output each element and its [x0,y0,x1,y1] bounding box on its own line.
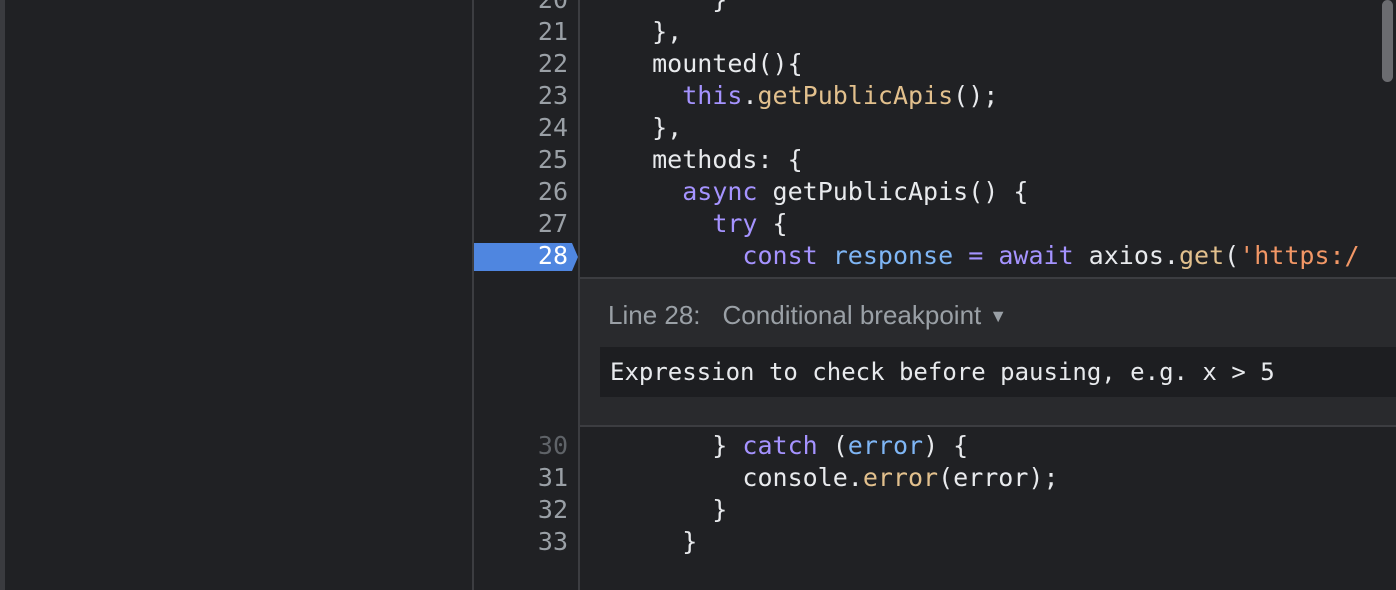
code-text: } [622,0,727,16]
code-text: console.error(error); [622,462,1059,494]
line-number[interactable]: 32 [474,494,568,526]
breakpoint-editor: Line 28: Conditional breakpoint ▼ [580,277,1396,427]
code-token: try [712,209,758,238]
breakpoint-type-dropdown[interactable]: Conditional breakpoint ▼ [723,300,1008,330]
code-editor[interactable]: 20 }21 },22 mounted(){23 this.getPublicA… [474,0,1396,590]
code-token: (); [953,81,999,110]
code-token: console. [622,463,863,492]
code-token: { [757,209,788,238]
navigator-pane [5,0,472,590]
code-token: } [622,495,728,524]
code-token: error [847,431,924,460]
code-text: }, [622,112,682,144]
line-number[interactable]: 25 [474,144,568,176]
code-token: async [682,177,758,206]
code-token: getPublicApis [757,81,954,110]
code-token: } [622,431,743,460]
code-token: 'https:/ [1239,241,1360,270]
code-token: mounted(){ [622,49,803,78]
code-text: } catch (error) { [622,430,968,462]
line-number[interactable]: 27 [474,208,568,240]
line-number[interactable]: 28 [474,240,568,272]
code-token: error [862,463,939,492]
code-token: ( [817,431,848,460]
code-line[interactable]: 26 async getPublicApis() { [474,176,1396,208]
scrollbar-thumb[interactable] [1382,0,1393,82]
code-line[interactable]: 20 } [474,0,1396,16]
code-token: (error); [938,463,1059,492]
breakpoint-editor-gutter-spacer [474,277,578,423]
code-token: const [742,241,818,270]
code-line[interactable]: 27 try { [474,208,1396,240]
code-line[interactable]: 24 }, [474,112,1396,144]
code-token: ( [1224,241,1240,270]
code-line[interactable]: 22 mounted(){ [474,48,1396,80]
code-token: this [682,81,743,110]
code-text: } [622,494,727,526]
code-text: try { [622,208,788,240]
code-token: = [968,241,984,270]
breakpoint-editor-header: Line 28: Conditional breakpoint ▼ [608,295,1007,335]
line-number[interactable]: 22 [474,48,568,80]
condition-expression-input[interactable] [600,347,1396,397]
code-text: const response = await axios.get('https:… [622,240,1360,272]
code-line[interactable]: 23 this.getPublicApis(); [474,80,1396,112]
breakpoint-line-label: Line 28: [608,300,701,330]
code-line[interactable]: 33 } [474,526,1396,558]
code-line[interactable]: 31 console.error(error); [474,462,1396,494]
code-token: catch [742,431,818,460]
code-token: methods: { [622,145,803,174]
line-number[interactable]: 24 [474,112,568,144]
line-number[interactable]: 20 [474,0,568,16]
code-token: . [742,81,758,110]
code-token: }, [622,17,683,46]
line-number[interactable]: 31 [474,462,568,494]
code-token: await [998,241,1074,270]
code-line[interactable]: 30 } catch (error) { [474,430,1396,462]
code-line[interactable]: 25 methods: { [474,144,1396,176]
code-text: methods: { [622,144,803,176]
code-line[interactable]: 21 }, [474,16,1396,48]
line-number[interactable]: 33 [474,526,568,558]
line-number[interactable]: 21 [474,16,568,48]
code-token: } [622,527,698,556]
breakpoint-type-label: Conditional breakpoint [722,300,982,330]
code-token: ) { [923,431,969,460]
code-token: axios. [1073,241,1179,270]
code-text: mounted(){ [622,48,803,80]
code-token: get [1178,241,1225,270]
code-token: response [832,241,954,270]
code-text: }, [622,16,682,48]
code-text: this.getPublicApis(); [622,80,998,112]
code-token: } [622,0,727,14]
devtools-sources-panel: 20 }21 },22 mounted(){23 this.getPublicA… [0,0,1396,590]
line-number[interactable]: 23 [474,80,568,112]
code-token: }, [622,113,683,142]
code-text: } [622,526,697,558]
code-token: getPublicApis() { [757,177,1029,206]
code-text: async getPublicApis() { [622,176,1028,208]
line-number[interactable]: 30 [474,430,568,462]
code-line[interactable]: 28 const response = await axios.get('htt… [474,240,1396,272]
chevron-down-icon: ▼ [989,306,1008,326]
line-number[interactable]: 26 [474,176,568,208]
code-line[interactable]: 32 } [474,494,1396,526]
vertical-scrollbar[interactable] [1380,0,1396,590]
